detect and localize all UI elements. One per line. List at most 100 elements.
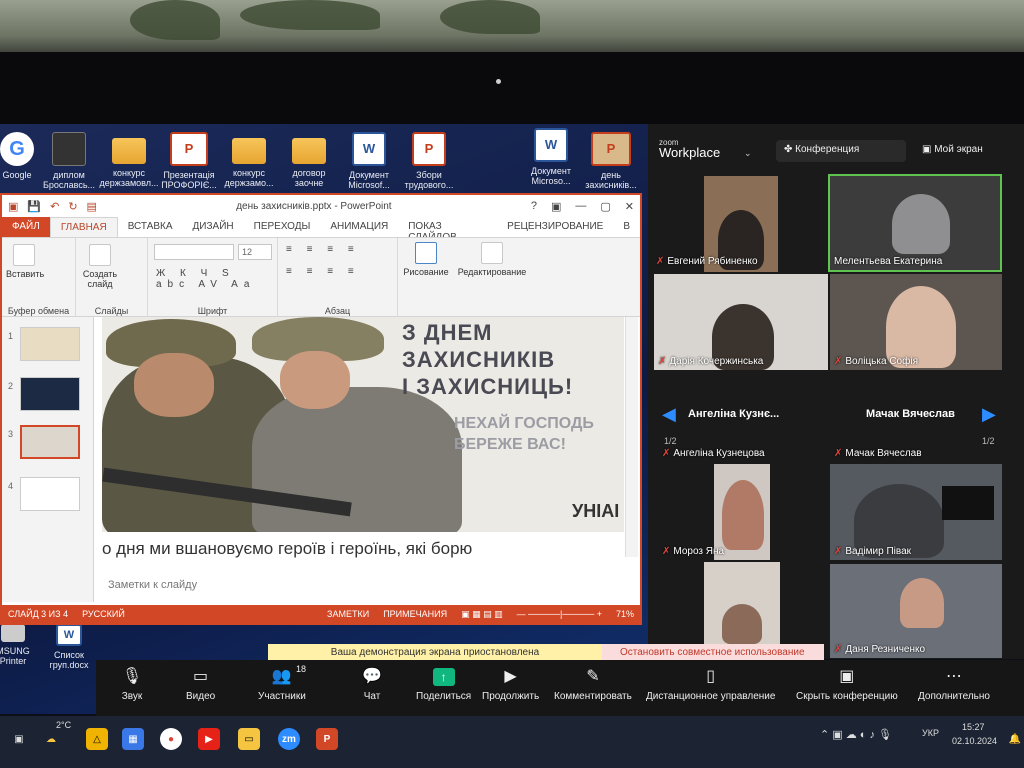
desktop-icon-word-doc-2[interactable]: W Документ Microso... bbox=[520, 128, 582, 186]
participant-tile[interactable]: ✗ Вадімир Півак bbox=[830, 464, 1002, 560]
desktop-icon-labor-meeting[interactable]: P Збори трудового... bbox=[398, 132, 460, 190]
slide-scrollbar[interactable] bbox=[625, 317, 638, 557]
language-status[interactable]: РУССКИЙ bbox=[82, 609, 125, 619]
resume-share-button[interactable]: ▶ Продолжить bbox=[482, 668, 539, 702]
slide-thumb-4[interactable] bbox=[20, 477, 80, 511]
youtube-icon[interactable]: ▶ bbox=[198, 728, 220, 750]
audio-button[interactable]: 🎙 Звук bbox=[120, 668, 144, 702]
editing-button[interactable]: Редактирование bbox=[454, 242, 530, 277]
desktop-icon-presentation-prof[interactable]: P Презентація ПРОФОРІЄ... bbox=[158, 132, 220, 190]
muted-mic-icon: ✗ bbox=[656, 256, 665, 267]
desktop-icon-word-doc[interactable]: W Документ Microsof... bbox=[338, 132, 400, 190]
tray-icons[interactable]: ⌃ ▣ ☁ ◐ ♪ 🎙 bbox=[820, 728, 892, 741]
my-screen-button[interactable]: ▣ Мой экран bbox=[914, 140, 1022, 162]
close-button[interactable]: ✕ bbox=[625, 200, 634, 213]
maximize-button[interactable]: ▢ bbox=[600, 200, 610, 213]
slide-thumb-3[interactable] bbox=[20, 425, 80, 459]
chevron-down-icon[interactable]: ⌄ bbox=[744, 148, 752, 159]
powerpoint-app-icon[interactable]: P bbox=[316, 728, 338, 750]
share-screen-button[interactable]: ↑ Поделиться bbox=[416, 668, 471, 702]
align-buttons[interactable]: ≡ ≡ ≡ ≡ bbox=[286, 266, 360, 277]
tab-home[interactable]: ГЛАВНАЯ bbox=[49, 217, 118, 237]
task-view-icon[interactable]: ▣ bbox=[8, 728, 30, 750]
slideshow-start-icon[interactable]: ▤ bbox=[87, 200, 97, 213]
input-language[interactable]: УКР bbox=[922, 728, 939, 738]
presentation-icon: P bbox=[170, 132, 208, 166]
tab-animation[interactable]: АНИМАЦИЯ bbox=[320, 217, 398, 237]
desktop-icon-group-list[interactable]: W Список груп.docx bbox=[38, 624, 100, 670]
warning-app-icon[interactable]: △ bbox=[86, 728, 108, 750]
hide-icon: ▣ bbox=[839, 668, 855, 685]
desktop-icon-folder-competition[interactable]: конкурс держзамовл... bbox=[98, 132, 160, 188]
view-buttons[interactable]: ▣ ▦ ▤ ▥ bbox=[461, 609, 503, 620]
list-buttons[interactable]: ≡ ≡ ≡ ≡ bbox=[286, 244, 360, 255]
drawing-button[interactable]: Рисование bbox=[400, 242, 452, 277]
zoom-app-icon[interactable]: zm bbox=[278, 728, 300, 750]
tab-view[interactable]: В bbox=[613, 217, 640, 237]
file-explorer-icon[interactable]: ▭ bbox=[238, 728, 260, 750]
muted-mic-icon: ✗ bbox=[658, 356, 667, 367]
desktop-icon-diploma[interactable]: диплом Брославсь... bbox=[38, 132, 100, 190]
font-size-select[interactable]: 12 bbox=[238, 244, 272, 260]
participant-tile-active-speaker[interactable]: Мелентьева Екатерина bbox=[828, 174, 1002, 272]
clipboard-icon bbox=[13, 244, 35, 266]
chrome-icon[interactable]: ● bbox=[160, 728, 182, 750]
chat-button[interactable]: 💬 Чат bbox=[360, 668, 384, 702]
conference-button[interactable]: ✤ Конференция bbox=[776, 140, 906, 162]
powerpoint-window: ▣ 💾 ↶ ↻ ▤ день захисників.pptx - PowerPo… bbox=[0, 193, 642, 625]
notes-text[interactable]: о дня ми вшановуємо героїв і героїнь, як… bbox=[102, 534, 624, 562]
font-format-buttons[interactable]: Ж К Ч S abc AV Aa bbox=[156, 268, 277, 290]
remote-control-button[interactable]: ▯ Дистанционное управление bbox=[646, 668, 775, 702]
clock-time[interactable]: 15:27 bbox=[962, 722, 985, 732]
zoom-level[interactable]: 71% bbox=[616, 609, 634, 619]
ribbon-display-button[interactable]: ▣ bbox=[551, 200, 561, 213]
slide-canvas[interactable]: З ДНЕМ ЗАХИСНИКІВ І ЗАХИСНИЦЬ! НЕХАЙ ГОС… bbox=[102, 317, 624, 532]
store-icon[interactable]: ▦ bbox=[122, 728, 144, 750]
participant-video bbox=[900, 578, 944, 628]
tab-transitions[interactable]: ПЕРЕХОДЫ bbox=[244, 217, 321, 237]
save-icon[interactable]: 💾 bbox=[27, 200, 41, 213]
document-icon bbox=[52, 132, 86, 166]
participant-tile[interactable]: ✗ Даня Резниченко bbox=[830, 564, 1002, 658]
tab-review[interactable]: РЕЦЕНЗИРОВАНИЕ bbox=[497, 217, 613, 237]
video-button[interactable]: ▭ Видео bbox=[186, 668, 215, 702]
tab-slideshow[interactable]: ПОКАЗ СЛАЙДОВ bbox=[398, 217, 497, 243]
zoom-slider[interactable]: — ─────|───── + bbox=[517, 609, 602, 619]
paste-button[interactable]: Вставить bbox=[6, 244, 44, 279]
participant-tile[interactable] bbox=[704, 562, 780, 644]
notes-placeholder[interactable]: Заметки к слайду bbox=[108, 579, 197, 591]
tab-design[interactable]: ДИЗАЙН bbox=[183, 217, 244, 237]
participant-tile[interactable]: ✗ Дарія Кочержинська bbox=[654, 274, 828, 370]
previous-page-arrow[interactable]: ◀ bbox=[662, 404, 676, 425]
desktop-icon-folder-competition-2[interactable]: конкурс держзамо... bbox=[218, 132, 280, 188]
annotate-button[interactable]: ✎ Комментировать bbox=[554, 668, 632, 702]
weather-temp: 2°C bbox=[56, 720, 72, 730]
participant-count: 18 bbox=[296, 664, 307, 674]
clock-date[interactable]: 02.10.2024 bbox=[952, 736, 997, 746]
comments-toggle[interactable]: ПРИМЕЧАНИЯ bbox=[383, 609, 447, 619]
participant-tile[interactable]: ✗ Воліцька Софія bbox=[830, 274, 1002, 370]
desktop-icon-folder-contract[interactable]: договор заочне bbox=[278, 132, 340, 188]
hide-meeting-button[interactable]: ▣ Скрыть конференцию bbox=[796, 668, 898, 702]
new-slide-icon bbox=[89, 244, 111, 266]
next-page-arrow[interactable]: ▶ bbox=[982, 404, 996, 425]
more-button[interactable]: ⋯ Дополнительно bbox=[918, 668, 990, 702]
desktop-icon-defenders-day[interactable]: P день захисників... bbox=[580, 132, 642, 190]
notes-toggle[interactable]: ЗАМЕТКИ bbox=[327, 609, 369, 619]
redo-icon[interactable]: ↻ bbox=[68, 200, 77, 213]
play-icon: ▶ bbox=[504, 668, 517, 685]
minimize-button[interactable]: — bbox=[575, 200, 586, 213]
ribbon-tabs: ФАЙЛ ГЛАВНАЯ ВСТАВКА ДИЗАЙН ПЕРЕХОДЫ АНИ… bbox=[2, 217, 640, 243]
slide-thumb-1[interactable] bbox=[20, 327, 80, 361]
notification-icon[interactable]: 🔔 bbox=[1004, 728, 1024, 750]
slide-thumb-2[interactable] bbox=[20, 377, 80, 411]
tab-file[interactable]: ФАЙЛ bbox=[2, 217, 50, 237]
tab-insert[interactable]: ВСТАВКА bbox=[118, 217, 183, 237]
participant-name: ✗ Дарія Кочержинська bbox=[658, 356, 764, 367]
word-icon: W bbox=[56, 624, 82, 646]
help-button[interactable]: ? bbox=[531, 200, 537, 213]
weather-icon[interactable]: ☁ bbox=[40, 728, 62, 750]
new-slide-button[interactable]: Создать слайд bbox=[80, 244, 120, 289]
font-name-select[interactable] bbox=[154, 244, 234, 260]
undo-icon[interactable]: ↶ bbox=[50, 200, 59, 213]
